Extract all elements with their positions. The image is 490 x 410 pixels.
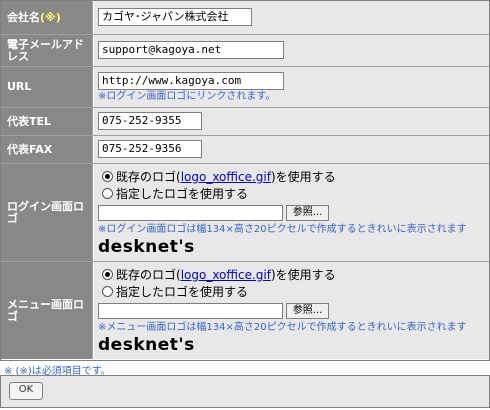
- menu-logo-value-cell: 既存のロゴ(logo_xoffice.gif)を使用する 指定したロゴを使用する…: [94, 262, 489, 359]
- fax-label: 代表FAX: [7, 142, 53, 156]
- company-label-cell: 会社名(※): [1, 1, 93, 34]
- email-input[interactable]: support@kagoya.net: [98, 41, 284, 59]
- row-url: URL http://www.kagoya.com ※ログイン画面ロゴにリンクさ…: [1, 67, 489, 108]
- login-logo-file-input[interactable]: [98, 205, 283, 221]
- row-tel: 代表TEL 075-252-9355: [1, 108, 489, 136]
- login-logo-preview: desknet's: [98, 237, 195, 257]
- desknets-logo-text: desknet's: [98, 335, 195, 355]
- row-login-logo: ログイン画面ロゴ 既存のロゴ(logo_xoffice.gif)を使用する 指定…: [1, 164, 489, 262]
- url-label-cell: URL: [1, 67, 93, 107]
- url-label: URL: [7, 80, 32, 93]
- menu-logo-custom-option[interactable]: 指定したロゴを使用する: [102, 285, 248, 299]
- login-logo-label: ログイン画面ロゴ: [7, 199, 84, 225]
- tel-label-cell: 代表TEL: [1, 108, 93, 135]
- tel-input[interactable]: 075-252-9355: [98, 112, 202, 130]
- radio-existing-logo[interactable]: [102, 171, 113, 182]
- menu-logo-browse-button[interactable]: 参照...: [286, 303, 329, 319]
- company-label: 会社名: [7, 10, 40, 24]
- login-logo-custom-option[interactable]: 指定したロゴを使用する: [102, 187, 248, 201]
- logo-file-link[interactable]: logo_xoffice.gif: [181, 170, 271, 184]
- menu-logo-note: ※メニュー画面ロゴは幅134×高さ20ピクセルで作成するときれいに表示されます: [98, 322, 467, 333]
- radio-existing-logo[interactable]: [102, 269, 113, 280]
- login-logo-browse-button[interactable]: 参照...: [286, 205, 329, 221]
- fax-input[interactable]: 075-252-9356: [98, 140, 202, 158]
- email-value-cell: support@kagoya.net: [94, 35, 489, 66]
- row-company: 会社名(※) カゴヤ･ジャパン株式会社: [1, 1, 489, 35]
- email-label-cell: 電子メールアドレス: [1, 35, 93, 66]
- login-logo-existing-option[interactable]: 既存のロゴ(logo_xoffice.gif)を使用する: [102, 170, 336, 184]
- menu-logo-existing-option[interactable]: 既存のロゴ(logo_xoffice.gif)を使用する: [102, 268, 336, 282]
- url-input[interactable]: http://www.kagoya.com: [98, 72, 284, 90]
- menu-logo-file-input[interactable]: [98, 303, 283, 319]
- settings-form: 会社名(※) カゴヤ･ジャパン株式会社 電子メールアドレス support@ka…: [0, 0, 490, 361]
- row-menu-logo: メニュー画面ロゴ 既存のロゴ(logo_xoffice.gif)を使用する 指定…: [1, 262, 489, 359]
- login-logo-note: ※ログイン画面ロゴは幅134×高さ20ピクセルで作成するときれいに表示されます: [98, 224, 467, 235]
- fax-value-cell: 075-252-9356: [94, 136, 489, 163]
- fax-label-cell: 代表FAX: [1, 136, 93, 163]
- tel-label: 代表TEL: [7, 114, 52, 128]
- tel-value-cell: 075-252-9355: [94, 108, 489, 135]
- login-logo-value-cell: 既存のロゴ(logo_xoffice.gif)を使用する 指定したロゴを使用する…: [94, 164, 489, 261]
- required-mark: (※): [40, 10, 61, 24]
- radio-custom-logo[interactable]: [102, 188, 113, 199]
- company-value-cell: カゴヤ･ジャパン株式会社: [94, 1, 489, 34]
- login-logo-label-cell: ログイン画面ロゴ: [1, 164, 93, 261]
- row-email: 電子メールアドレス support@kagoya.net: [1, 35, 489, 67]
- url-value-cell: http://www.kagoya.com ※ログイン画面ロゴにリンクされます。: [94, 67, 489, 107]
- menu-logo-preview: desknet's: [98, 335, 195, 355]
- company-name-input[interactable]: カゴヤ･ジャパン株式会社: [98, 8, 252, 26]
- email-label: 電子メールアドレス: [7, 37, 84, 63]
- ok-button[interactable]: OK: [9, 382, 43, 400]
- menu-logo-label: メニュー画面ロゴ: [7, 297, 84, 323]
- radio-custom-logo[interactable]: [102, 286, 113, 297]
- menu-logo-label-cell: メニュー画面ロゴ: [1, 262, 93, 359]
- row-fax: 代表FAX 075-252-9356: [1, 136, 489, 164]
- button-bar: OK: [0, 375, 490, 408]
- desknets-logo-text: desknet's: [98, 237, 195, 257]
- url-note: ※ログイン画面ロゴにリンクされます。: [98, 91, 276, 102]
- logo-file-link[interactable]: logo_xoffice.gif: [181, 268, 271, 282]
